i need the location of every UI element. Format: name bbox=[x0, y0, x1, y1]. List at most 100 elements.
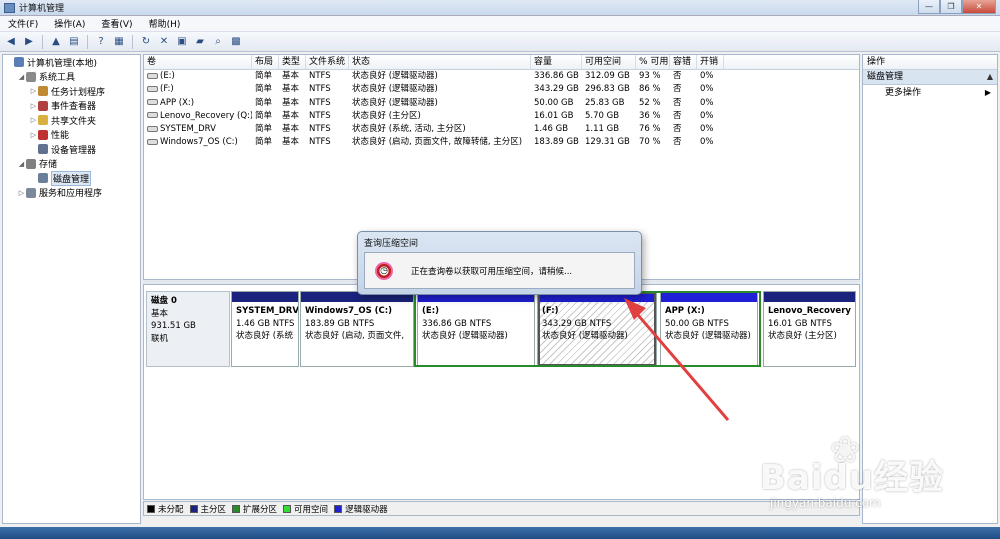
partition-size: 1.46 GB NTFS bbox=[236, 318, 295, 329]
delete-icon[interactable]: ✕ bbox=[157, 35, 171, 49]
submenu-arrow-icon: ▶ bbox=[984, 88, 991, 97]
table-row[interactable]: APP (X:) 简单 基本 NTFS 状态良好 (逻辑驱动器) 50.00 GB 25.8… bbox=[144, 97, 859, 110]
tree-item[interactable]: ▷ 性能 bbox=[3, 128, 140, 143]
table-cell: 70 % bbox=[636, 136, 670, 149]
cell-text: 状态良好 (主分区) bbox=[352, 110, 421, 121]
partition-f-selected[interactable]: (F:) 343.29 GB NTFS 状态良好 (逻辑驱动器) bbox=[537, 291, 657, 367]
legend-label: 主分区 bbox=[200, 504, 227, 515]
export-icon[interactable]: ▣ bbox=[175, 35, 189, 49]
tree-item[interactable]: ▷ 服务和应用程序 bbox=[3, 186, 140, 201]
cell-text: 0% bbox=[700, 137, 714, 148]
menu-view[interactable]: 查看(V) bbox=[93, 17, 140, 30]
tree-item[interactable]: ◢ 存储 bbox=[3, 157, 140, 172]
open-icon[interactable]: ▰ bbox=[193, 35, 207, 49]
close-button[interactable]: ✕ bbox=[962, 0, 996, 14]
table-row[interactable]: Windows7_OS (C:) 简单 基本 NTFS 状态良好 (启动, 页面文件, … bbox=[144, 136, 859, 149]
tree-node-icon bbox=[38, 100, 48, 111]
partition-app-x[interactable]: APP (X:) 50.00 GB NTFS 状态良好 (逻辑驱动器) bbox=[660, 291, 758, 367]
tree-item[interactable]: ▷ 共享文件夹 bbox=[3, 113, 140, 128]
table-cell: 状态良好 (主分区) bbox=[349, 110, 531, 123]
help-icon[interactable]: ? bbox=[94, 35, 108, 49]
cell-text: 1.46 GB bbox=[534, 124, 569, 135]
menu-file[interactable]: 文件(F) bbox=[0, 17, 46, 30]
cell-text: 基本 bbox=[282, 97, 300, 108]
expand-toggle-icon[interactable]: ◢ bbox=[17, 160, 26, 168]
title-bar: 计算机管理 — ❐ ✕ bbox=[0, 0, 1000, 16]
table-cell: 0% bbox=[697, 136, 724, 149]
column-header-fault-tolerance[interactable]: 容错 bbox=[670, 55, 697, 69]
table-cell: NTFS bbox=[306, 70, 349, 83]
column-header-volume[interactable]: 卷 bbox=[144, 55, 252, 69]
tree-item[interactable]: ▷ 任务计划程序 bbox=[3, 84, 140, 99]
table-cell: 简单 bbox=[252, 83, 279, 96]
column-header-capacity[interactable]: 容量 bbox=[531, 55, 582, 69]
expand-toggle-icon[interactable]: ▷ bbox=[29, 131, 38, 139]
tree-item[interactable]: ▷ 事件查看器 bbox=[3, 99, 140, 114]
legend-swatch bbox=[232, 504, 241, 513]
find-icon[interactable]: ⌕ bbox=[211, 35, 225, 49]
minimize-button[interactable]: — bbox=[918, 0, 940, 14]
partition-size: 183.89 GB NTFS bbox=[305, 318, 375, 329]
partition-lenovo-recovery[interactable]: Lenovo_Recovery 16.01 GB NTFS 状态良好 (主分区) bbox=[763, 291, 856, 367]
table-cell: NTFS bbox=[306, 136, 349, 149]
expand-toggle-icon[interactable]: ▷ bbox=[29, 87, 38, 95]
legend-bar: 未分配 主分区 扩展分区 可用空间 逻辑驱动器 bbox=[143, 501, 860, 516]
more-actions-item[interactable]: 更多操作 ▶ bbox=[863, 85, 997, 101]
table-cell: 25.83 GB bbox=[582, 97, 636, 110]
expand-toggle-icon[interactable]: ▷ bbox=[29, 102, 38, 110]
expand-toggle-icon[interactable]: ▷ bbox=[29, 116, 38, 124]
table-cell: 简单 bbox=[252, 97, 279, 110]
table-row[interactable]: Lenovo_Recovery (Q:) 简单 基本 NTFS 状态良好 (主分区) 16… bbox=[144, 110, 859, 123]
refresh-icon[interactable]: ↻ bbox=[139, 35, 153, 49]
expand-toggle-icon[interactable]: ▷ bbox=[17, 189, 26, 197]
forward-icon[interactable]: ▶ bbox=[22, 35, 36, 49]
table-row[interactable]: (E:) 简单 基本 NTFS 状态良好 (逻辑驱动器) 336.86 GB 312.09 … bbox=[144, 70, 859, 83]
tree-item[interactable]: 设备管理器 bbox=[3, 142, 140, 157]
table-row[interactable]: (F:) 简单 基本 NTFS 状态良好 (逻辑驱动器) 343.29 GB 296.83 … bbox=[144, 83, 859, 96]
column-header-layout[interactable]: 布局 bbox=[252, 55, 279, 69]
column-header-status[interactable]: 状态 bbox=[349, 55, 531, 69]
actions-section-disk-management[interactable]: 磁盘管理 ▲ bbox=[863, 70, 997, 85]
partition-windows7-os[interactable]: Windows7_OS (C:) 183.89 GB NTFS 状态良好 (启动… bbox=[300, 291, 414, 367]
cell-text: NTFS bbox=[309, 97, 331, 108]
table-row[interactable]: SYSTEM_DRV 简单 基本 NTFS 状态良好 (系统, 活动, 主分区) 1.46… bbox=[144, 123, 859, 136]
column-header-type[interactable]: 类型 bbox=[279, 55, 306, 69]
show-hide-tree-icon[interactable]: ▤ bbox=[67, 35, 81, 49]
column-header-percent-free[interactable]: % 可用 bbox=[636, 55, 670, 69]
back-icon[interactable]: ◀ bbox=[4, 35, 18, 49]
cell-text: 36 % bbox=[639, 110, 661, 121]
column-header-filesystem[interactable]: 文件系统 bbox=[306, 55, 349, 69]
maximize-button[interactable]: ❐ bbox=[940, 0, 962, 14]
collapse-up-icon[interactable]: ▲ bbox=[987, 70, 993, 84]
tree-item[interactable]: ◢ 系统工具 bbox=[3, 70, 140, 85]
disk-name: 磁盘 0 bbox=[151, 296, 177, 306]
column-header-free-space[interactable]: 可用空间 bbox=[582, 55, 636, 69]
volume-drive-icon bbox=[147, 85, 158, 92]
column-header-overhead[interactable]: 开销 bbox=[697, 55, 724, 69]
clock-icon: ◷ bbox=[375, 261, 393, 280]
partition-name: SYSTEM_DRV bbox=[236, 306, 298, 316]
disk-0-info[interactable]: 磁盘 0 基本 931.51 GB 联机 bbox=[146, 291, 230, 367]
partition-e[interactable]: (E:) 336.86 GB NTFS 状态良好 (逻辑驱动器) bbox=[417, 291, 535, 367]
properties-icon[interactable]: ▦ bbox=[112, 35, 126, 49]
cell-text: SYSTEM_DRV bbox=[160, 124, 216, 135]
partition-name: (F:) bbox=[542, 306, 559, 316]
partition-system-drv[interactable]: SYSTEM_DRV 1.46 GB NTFS 状态良好 (系统 bbox=[231, 291, 299, 367]
table-cell: 93 % bbox=[636, 70, 670, 83]
cell-text: 0% bbox=[700, 110, 714, 121]
table-cell: 129.31 GB bbox=[582, 136, 636, 149]
partition-size: 343.29 GB NTFS bbox=[542, 318, 612, 329]
tree-item[interactable]: 计算机管理(本地) bbox=[3, 55, 140, 70]
table-cell: Lenovo_Recovery (Q:) bbox=[144, 110, 252, 123]
cell-text: NTFS bbox=[309, 110, 331, 121]
expand-toggle-icon[interactable]: ◢ bbox=[17, 73, 26, 81]
tree-item[interactable]: 磁盘管理 bbox=[3, 170, 140, 186]
cell-text: 状态良好 (逻辑驱动器) bbox=[352, 71, 438, 81]
up-folder-icon[interactable]: ▲ bbox=[49, 35, 63, 49]
cell-text: NTFS bbox=[309, 124, 331, 135]
cell-text: 1.11 GB bbox=[585, 124, 620, 135]
settings-icon[interactable]: ▩ bbox=[229, 35, 243, 49]
cell-text: 183.89 GB bbox=[534, 137, 579, 148]
menu-help[interactable]: 帮助(H) bbox=[141, 17, 189, 30]
menu-action[interactable]: 操作(A) bbox=[46, 17, 93, 30]
